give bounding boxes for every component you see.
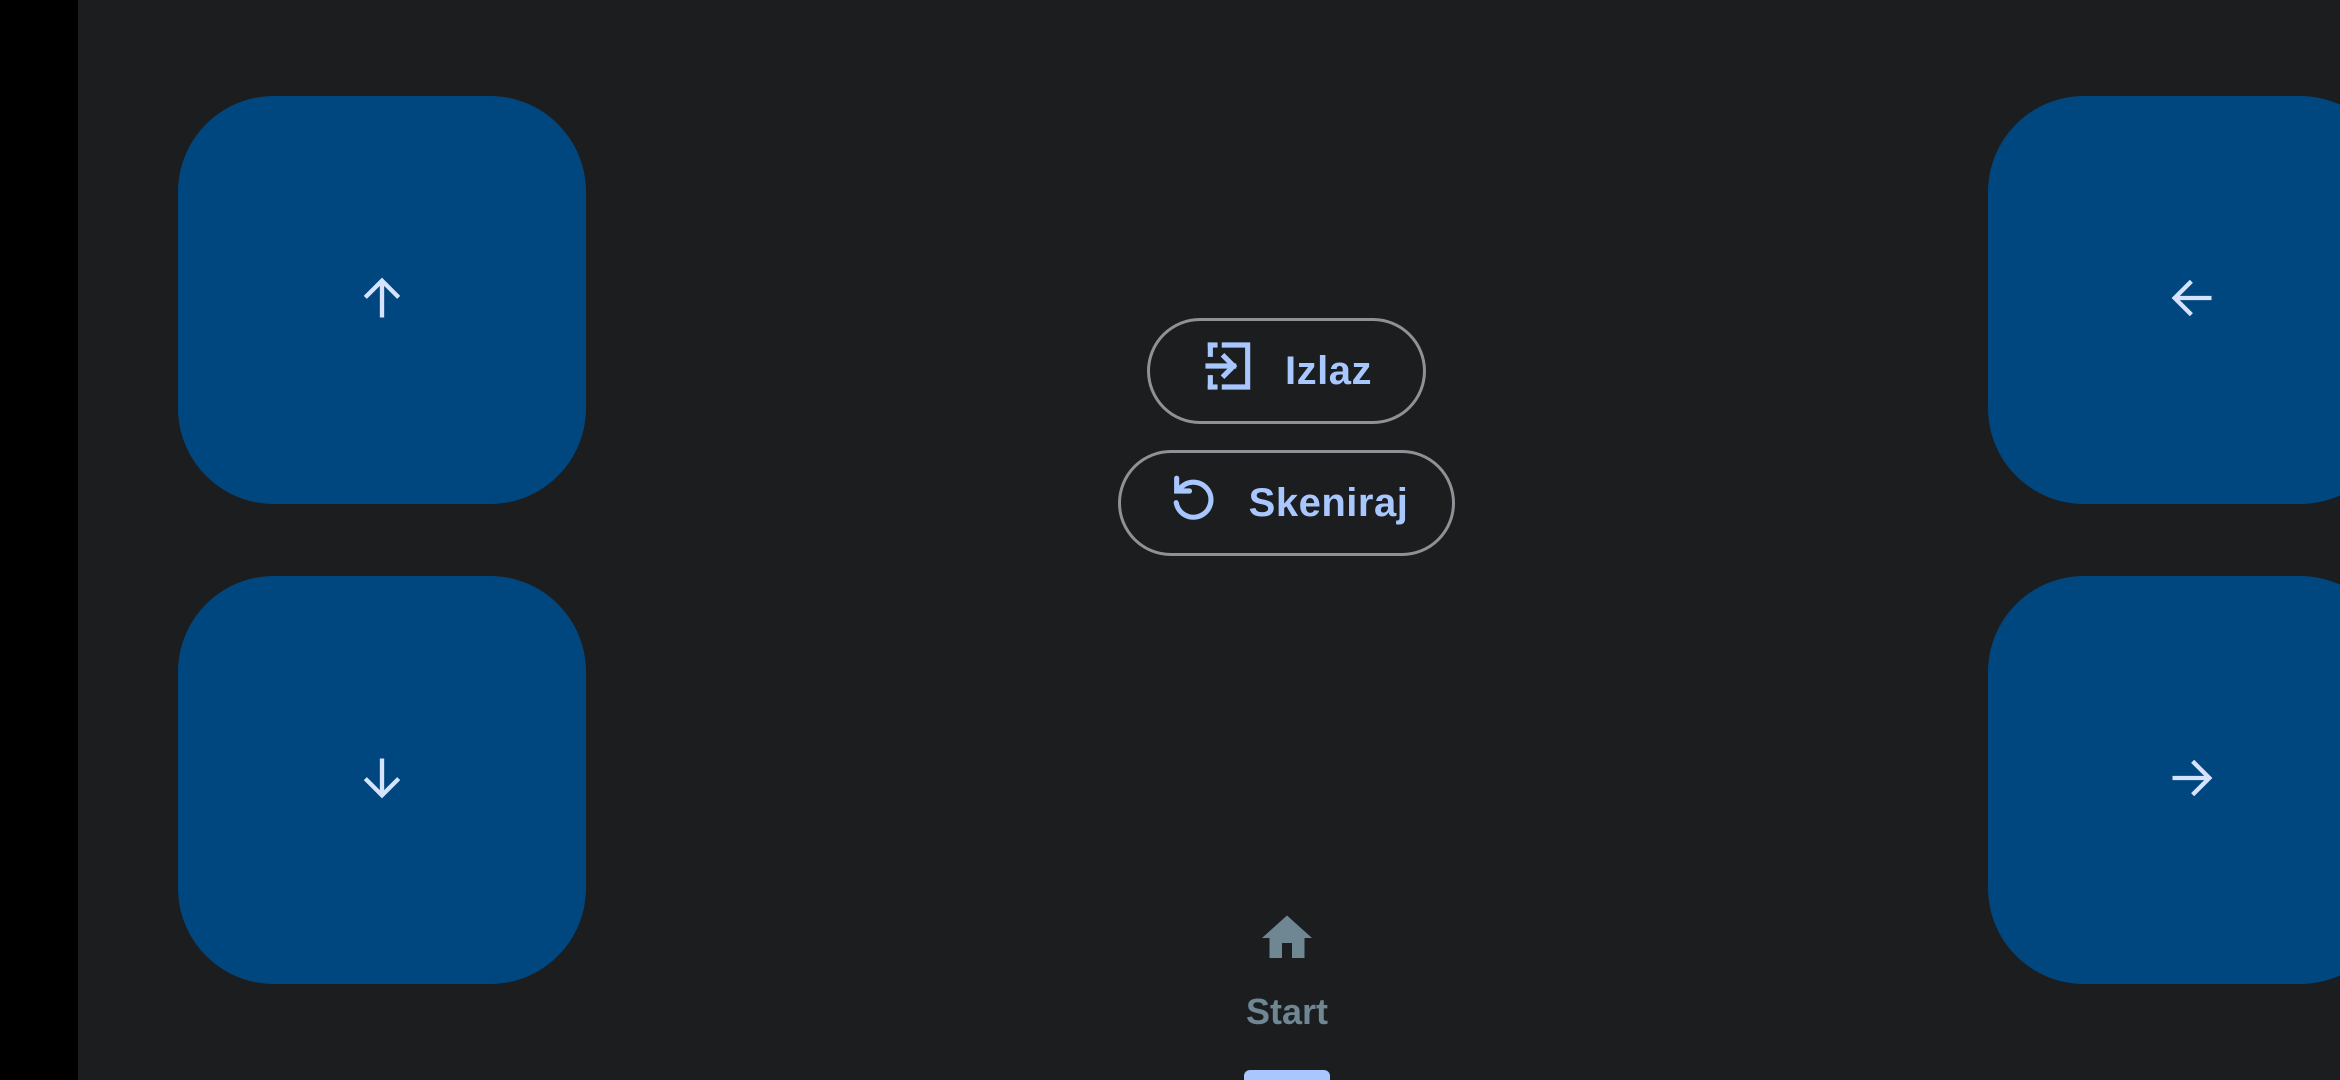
exit-button-label: Izlaz bbox=[1285, 348, 1372, 393]
left-edge-strip bbox=[0, 0, 78, 1080]
arrow-up-icon bbox=[356, 272, 408, 329]
arrow-down-icon bbox=[356, 752, 408, 809]
move-down-button[interactable] bbox=[178, 576, 586, 984]
arrow-left-icon bbox=[2166, 272, 2218, 329]
move-up-button[interactable] bbox=[178, 96, 586, 504]
login-exit-icon bbox=[1201, 338, 1257, 404]
arrow-right-icon bbox=[2166, 752, 2218, 809]
move-left-button[interactable] bbox=[1988, 96, 2340, 504]
scan-button[interactable]: Skeniraj bbox=[1118, 450, 1455, 556]
app-screen: Izlaz Skeniraj Start bbox=[78, 0, 2340, 1080]
bottom-nav-start[interactable]: Start bbox=[1188, 896, 1386, 1080]
exit-button[interactable]: Izlaz bbox=[1147, 318, 1426, 424]
scan-button-label: Skeniraj bbox=[1248, 480, 1409, 525]
home-icon bbox=[1257, 896, 1317, 973]
move-right-button[interactable] bbox=[1988, 576, 2340, 984]
refresh-icon bbox=[1165, 470, 1221, 536]
bottom-nav-label: Start bbox=[1245, 991, 1329, 1032]
selected-indicator bbox=[1244, 1070, 1330, 1080]
